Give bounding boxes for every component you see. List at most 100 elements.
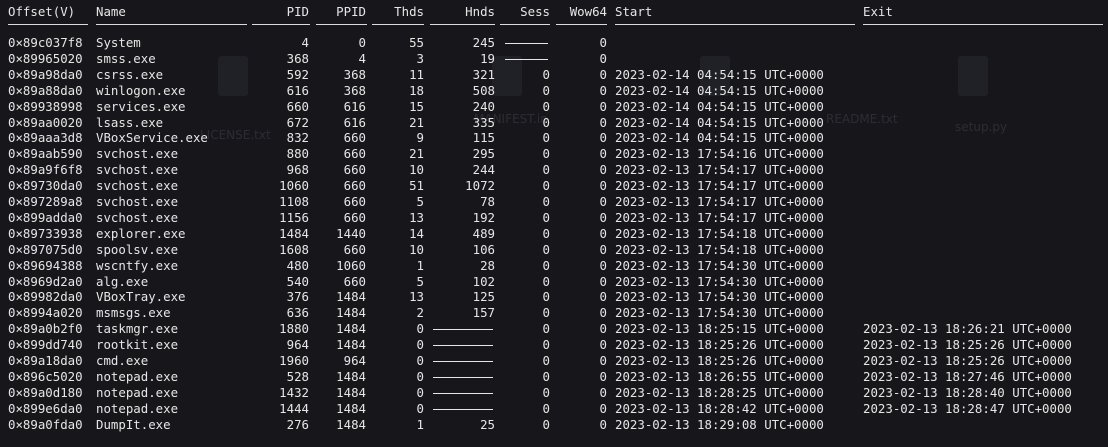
cell-sess: 0	[542, 400, 550, 416]
table-row: 0×89a98da0 csrss.exe 592 368 11 321 0 0 2023-02-…	[0, 67, 1108, 83]
cell-name: services.exe	[96, 98, 186, 114]
header-offset: Offset(V)	[8, 4, 76, 19]
cell-pid: 1444	[279, 400, 309, 416]
cell-offset: 0×89a98da0	[8, 66, 83, 82]
cell-offset: 0×89a9f6f8	[8, 162, 83, 178]
cell-start: 2023-02-14 04:54:15 UTC+0000	[615, 98, 824, 114]
table-row: 0×89938998 services.exe 660 616 15 240 0 0 2023-…	[0, 99, 1108, 115]
cell-thds: 10	[409, 162, 424, 178]
cell-thds: 10	[409, 241, 424, 257]
cell-wow64: 0	[599, 368, 607, 384]
cell-sess: 0	[542, 337, 550, 353]
cell-sess: 0	[542, 209, 550, 225]
table-row: 0×89aa0020 lsass.exe 672 616 21 335 0 0 2023-02-…	[0, 115, 1108, 131]
cell-ppid: 1484	[336, 289, 366, 305]
cell-ppid: 660	[343, 273, 366, 289]
cell-thds: 1	[416, 416, 424, 432]
cell-thds: 0	[416, 400, 424, 416]
cell-wow64: 0	[599, 225, 607, 241]
empty-sess-dash	[505, 43, 548, 44]
cell-thds: 0	[416, 353, 424, 368]
cell-name: csrss.exe	[96, 66, 164, 82]
cell-wow64: 0	[599, 384, 607, 400]
cell-start: 2023-02-13 17:54:17 UTC+0000	[615, 209, 824, 225]
header-rule	[316, 24, 367, 25]
cell-offset: 0×89a18da0	[8, 353, 83, 368]
cell-start: 2023-02-13 17:54:30 UTC+0000	[615, 289, 824, 305]
header-rule	[615, 24, 855, 25]
cell-offset: 0×89694388	[8, 257, 83, 273]
cell-ppid: 964	[343, 353, 366, 368]
cell-wow64: 0	[599, 194, 607, 209]
cell-ppid: 1484	[336, 321, 366, 337]
table-row: 0×89aab590 svchost.exe 880 660 21 295 0 0 2023-0…	[0, 146, 1108, 162]
cell-start: 2023-02-13 17:54:17 UTC+0000	[615, 194, 824, 209]
cell-thds: 15	[409, 98, 424, 114]
table-row: 0×8969d2a0 alg.exe 540 660 5 102 0 0 2023-02-13 …	[0, 274, 1108, 290]
cell-thds: 0	[416, 337, 424, 353]
cell-start: 2023-02-13 18:29:08 UTC+0000	[615, 416, 824, 432]
table-row: 0×89a9f6f8 svchost.exe 968 660 10 244 0 0 2023-0…	[0, 162, 1108, 178]
cell-hnds: 295	[472, 146, 495, 162]
table-row: 0×89a0b2f0 taskmgr.exe 1880 1484 0 0 0 2023-02-…	[0, 321, 1108, 337]
cell-pid: 880	[286, 146, 309, 162]
cell-wow64: 0	[599, 66, 607, 82]
cell-wow64: 0	[599, 353, 607, 368]
cell-ppid: 368	[343, 66, 366, 82]
cell-thds: 13	[409, 289, 424, 305]
cell-name: smss.exe	[96, 50, 156, 66]
cell-thds: 9	[416, 130, 424, 146]
cell-sess: 0	[542, 241, 550, 257]
cell-pid: 672	[286, 114, 309, 130]
empty-sess-dash	[505, 58, 548, 60]
cell-start: 2023-02-13 17:54:16 UTC+0000	[615, 146, 824, 162]
cell-sess: 0	[542, 416, 550, 432]
cell-ppid: 1440	[336, 225, 366, 241]
cell-offset: 0×89aab590	[8, 146, 83, 162]
header-thds: Thds	[394, 4, 424, 19]
cell-hnds: 106	[472, 241, 495, 257]
cell-name: VBoxService.exe	[96, 130, 208, 146]
cell-pid: 1108	[279, 194, 309, 209]
table-header: Offset(V) Name PID PPID Thds Hnds Sess W…	[0, 4, 1108, 20]
cell-wow64: 0	[599, 273, 607, 289]
table-row: 0×89733938 explorer.exe 1484 1440 14 489 0 0 202…	[0, 226, 1108, 242]
cell-pid: 964	[286, 337, 309, 353]
cell-pid: 616	[286, 82, 309, 98]
cell-name: taskmgr.exe	[96, 321, 179, 337]
cell-thds: 5	[416, 194, 424, 209]
cell-sess: 0	[542, 146, 550, 162]
cell-name: cmd.exe	[96, 353, 149, 368]
table-row: 0×89965020 smss.exe 368 4 3 19 0	[0, 51, 1108, 67]
cell-ppid: 1484	[336, 384, 366, 400]
cell-thds: 3	[416, 50, 424, 66]
cell-name: notepad.exe	[96, 368, 179, 384]
cell-wow64: 0	[599, 289, 607, 305]
cell-exit: 2023-02-13 18:28:47 UTC+0000	[863, 400, 1072, 416]
table-row: 0×89a0fda0 DumpIt.exe 276 1484 1 25 0 0 2023-02-…	[0, 417, 1108, 433]
cell-pid: 1608	[279, 241, 309, 257]
terminal-window[interactable]: LICENSE.txt MANIFEST.in README.txt setup…	[0, 0, 1108, 447]
cell-pid: 968	[286, 162, 309, 178]
cell-pid: 660	[286, 98, 309, 114]
cell-wow64: 0	[599, 321, 607, 337]
cell-start: 2023-02-13 18:25:26 UTC+0000	[615, 353, 824, 368]
cell-thds: 0	[416, 368, 424, 384]
cell-thds: 0	[416, 384, 424, 400]
table-row: 0×89730da0 svchost.exe 1060 660 51 1072 0 0 2023…	[0, 178, 1108, 194]
table-row: 0×897289a8 svchost.exe 1108 660 5 78 0 0 2023-02…	[0, 194, 1108, 210]
table-row: 0×89a18da0 cmd.exe 1960 964 0 0 0 2023-02-13 18…	[0, 353, 1108, 369]
empty-hnds-dash	[433, 392, 493, 394]
cell-start: 2023-02-14 04:54:15 UTC+0000	[615, 130, 824, 146]
cell-ppid: 660	[343, 146, 366, 162]
header-rule	[430, 24, 495, 25]
table-row: 0×89a0d180 notepad.exe 1432 1484 0 0 0 2023-02-…	[0, 385, 1108, 401]
cell-sess: 0	[542, 225, 550, 241]
header-rule	[252, 24, 310, 25]
cell-offset: 0×89aa0020	[8, 114, 83, 130]
cell-thds: 2	[416, 305, 424, 321]
cell-sess: 0	[542, 353, 550, 368]
cell-name: explorer.exe	[96, 225, 186, 241]
header-rule	[372, 24, 424, 25]
cell-wow64: 0	[599, 50, 607, 66]
